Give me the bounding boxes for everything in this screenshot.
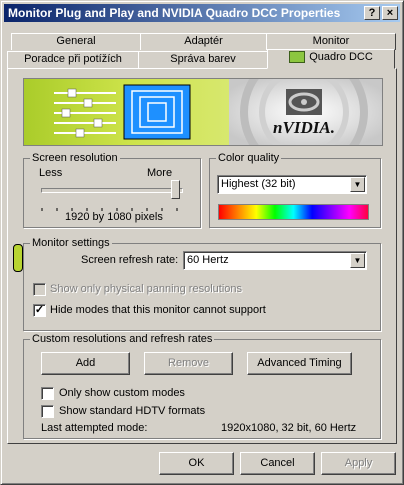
apply-button[interactable]: Apply bbox=[321, 452, 396, 475]
dropdown-arrow-icon[interactable]: ▼ bbox=[350, 177, 365, 192]
less-label: Less bbox=[39, 167, 63, 179]
color-quality-legend: Color quality bbox=[218, 152, 280, 164]
refresh-rate-value: 60 Hertz bbox=[187, 254, 229, 266]
custom-resolutions-legend: Custom resolutions and refresh rates bbox=[32, 333, 213, 345]
tab-adapter[interactable]: Adaptér bbox=[140, 33, 267, 50]
remove-button[interactable]: Remove bbox=[144, 352, 233, 375]
tab-quadro-dcc[interactable]: Quadro DCC bbox=[267, 49, 395, 69]
title-bar: Monitor Plug and Play and NVIDIA Quadro … bbox=[4, 4, 400, 22]
dropdown-arrow-icon[interactable]: ▼ bbox=[350, 253, 365, 268]
resolution-slider-track bbox=[41, 188, 183, 193]
last-mode-label: Last attempted mode: bbox=[41, 422, 148, 434]
slider-ticks bbox=[41, 202, 181, 211]
hdtv-checkbox[interactable] bbox=[41, 405, 54, 418]
color-spectrum-bar bbox=[218, 204, 369, 220]
only-custom-checkbox[interactable] bbox=[41, 387, 54, 400]
close-button[interactable]: × bbox=[382, 6, 398, 20]
color-quality-select[interactable]: Highest (32 bit) ▼ bbox=[217, 175, 367, 194]
tab-troubleshoot[interactable]: Poradce při potížích bbox=[7, 51, 139, 68]
nvidia-logo-icon bbox=[286, 89, 322, 115]
monitor-settings-handle[interactable] bbox=[13, 244, 23, 272]
tab-general[interactable]: General bbox=[11, 33, 141, 50]
properties-dialog: Monitor Plug and Play and NVIDIA Quadro … bbox=[0, 0, 404, 485]
cancel-button[interactable]: Cancel bbox=[240, 452, 315, 475]
window-title: Monitor Plug and Play and NVIDIA Quadro … bbox=[8, 6, 341, 20]
add-button[interactable]: Add bbox=[41, 352, 130, 375]
hide-modes-checkbox[interactable]: ✓ bbox=[33, 304, 46, 317]
refresh-rate-select[interactable]: 60 Hertz ▼ bbox=[183, 251, 367, 270]
hdtv-label: Show standard HDTV formats bbox=[59, 405, 206, 417]
last-mode-value: 1920x1080, 32 bit, 60 Hertz bbox=[221, 422, 357, 434]
panning-checkbox[interactable] bbox=[33, 283, 46, 296]
more-label: More bbox=[147, 167, 173, 179]
tab-color-management[interactable]: Správa barev bbox=[138, 51, 268, 68]
color-quality-value: Highest (32 bit) bbox=[221, 178, 296, 190]
tab-monitor[interactable]: Monitor bbox=[266, 33, 396, 50]
advanced-timing-button[interactable]: Advanced Timing bbox=[247, 352, 352, 375]
refresh-rate-label: Screen refresh rate: bbox=[81, 254, 179, 266]
panning-label: Show only physical panning resolutions bbox=[50, 283, 243, 295]
help-button[interactable]: ? bbox=[364, 6, 380, 20]
monitor-settings-legend: Monitor settings bbox=[32, 237, 110, 249]
resolution-slider-thumb[interactable] bbox=[171, 180, 180, 199]
banner-graphic: nVIDIA. bbox=[24, 79, 382, 145]
nvidia-wordmark: nVIDIA. bbox=[273, 118, 335, 137]
screen-resolution-legend: Screen resolution bbox=[32, 152, 118, 164]
only-custom-label: Only show custom modes bbox=[59, 387, 185, 399]
hide-modes-label: Hide modes that this monitor cannot supp… bbox=[50, 304, 266, 316]
resolution-value: 1920 by 1080 pixels bbox=[65, 211, 163, 223]
nvidia-banner: nVIDIA. bbox=[23, 78, 383, 146]
tab-quadro-dcc-label: Quadro DCC bbox=[309, 51, 373, 63]
ok-button[interactable]: OK bbox=[159, 452, 234, 475]
nvidia-tab-icon bbox=[289, 51, 306, 64]
